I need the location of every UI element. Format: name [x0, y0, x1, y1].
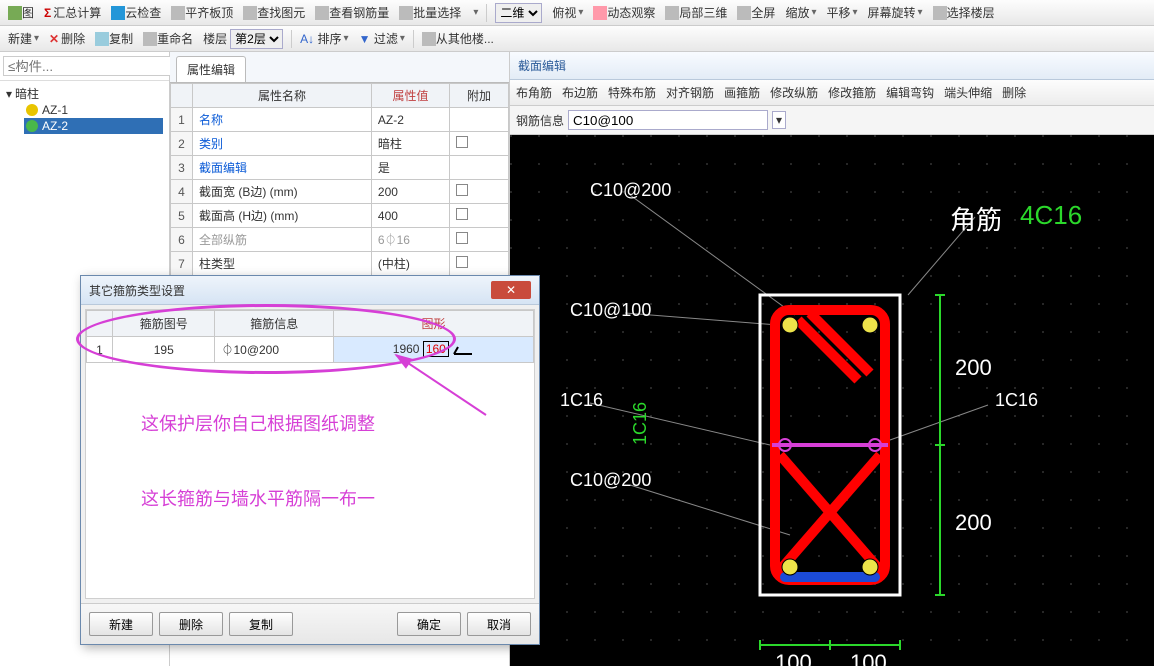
lbl-c10-100: C10@100: [570, 300, 651, 321]
viewmode-select[interactable]: 二维: [495, 3, 542, 23]
rebar-info-input[interactable]: [568, 110, 768, 130]
dlg-ok-button[interactable]: 确定: [397, 612, 461, 636]
lbl-corner-g: 4C16: [1020, 200, 1082, 231]
stirrup-table: 箍筋图号 箍筋信息 图形 1 195 ⏀10@200 1960 160: [86, 310, 534, 363]
hdr-num: 箍筋图号: [113, 311, 215, 337]
tb-sumcalc[interactable]: Σ汇总计算: [40, 3, 105, 23]
tb-delete[interactable]: ✕删除: [45, 29, 89, 49]
property-row[interactable]: 2类别暗柱: [171, 132, 509, 156]
lbl-1c16-b: 1C16: [995, 390, 1038, 411]
lbl-1c16-a: 1C16: [560, 390, 603, 411]
tb-otherfloor[interactable]: 从其他楼...: [418, 29, 498, 49]
tb-dynobs[interactable]: 动态观察: [589, 3, 659, 23]
dim-100b: 100: [850, 650, 887, 666]
tb-find[interactable]: 查找图元: [239, 3, 309, 23]
property-row[interactable]: 7柱类型(中柱): [171, 252, 509, 276]
section-tool-1[interactable]: 布边筋: [562, 84, 598, 101]
property-row[interactable]: 1名称AZ-2: [171, 108, 509, 132]
tb-rotscreen[interactable]: 屏幕旋转: [864, 3, 927, 23]
main-toolbar-2: 新建 ✕删除 复制 重命名 楼层 第2层 A↓ 排序 ▼ 过滤 从其他楼...: [0, 26, 1154, 52]
section-toolbar: 布角筋布边筋特殊布筋对齐钢筋画箍筋修改纵筋修改箍筋编辑弯钩端头伸缩删除: [510, 80, 1154, 106]
tb-cloudcheck[interactable]: 云检查: [107, 3, 165, 23]
lbl-c10-200-top: C10@200: [590, 180, 671, 201]
section-canvas[interactable]: C10@200 C10@100 1C16 C10@200 1C16 1C16 角…: [510, 135, 1154, 666]
tb-pan[interactable]: 平移: [822, 3, 861, 23]
section-tool-6[interactable]: 修改箍筋: [828, 84, 876, 101]
lbl-c10-200-bot: C10@200: [570, 470, 651, 491]
tb-zoom[interactable]: 缩放: [781, 3, 820, 23]
dialog-close-button[interactable]: ✕: [491, 281, 531, 299]
tb-local3d[interactable]: 局部三维: [661, 3, 731, 23]
dlg-delete-button[interactable]: 删除: [159, 612, 223, 636]
section-tool-0[interactable]: 布角筋: [516, 84, 552, 101]
property-row[interactable]: 5截面高 (H边) (mm)400: [171, 204, 509, 228]
dim-200a: 200: [955, 355, 992, 381]
section-editor-pane: 截面编辑 布角筋布边筋特殊布筋对齐钢筋画箍筋修改纵筋修改箍筋编辑弯钩端头伸缩删除…: [510, 52, 1154, 666]
rebar-info-drop[interactable]: ▾: [772, 111, 786, 129]
dlg-copy-button[interactable]: 复制: [229, 612, 293, 636]
section-tool-4[interactable]: 画箍筋: [724, 84, 760, 101]
tb-flat[interactable]: 平齐板顶: [167, 3, 237, 23]
stirrup-dialog: 其它箍筋类型设置 ✕ 箍筋图号 箍筋信息 图形 1 195 ⏀10@200 19…: [80, 275, 540, 645]
tb-new[interactable]: 新建: [4, 29, 43, 49]
floor-select[interactable]: 第2层: [230, 29, 283, 49]
search-input[interactable]: [3, 56, 190, 76]
dim-200b: 200: [955, 510, 992, 536]
tb-fullscreen[interactable]: 全屏: [733, 3, 779, 23]
tb-filter[interactable]: ▼ 过滤: [355, 29, 409, 49]
tb-batch[interactable]: 批量选择: [395, 3, 465, 23]
dim-100a: 100: [775, 650, 812, 666]
gear-icon: [26, 120, 38, 132]
tb-floor[interactable]: 楼层 第2层: [199, 29, 287, 49]
table-row[interactable]: 1 195 ⏀10@200 1960 160: [87, 337, 534, 363]
dlg-cancel-button[interactable]: 取消: [467, 612, 531, 636]
prop-hdr-name: 属性名称: [193, 84, 372, 108]
tree-item-az1[interactable]: AZ-1: [24, 102, 163, 118]
dlg-new-button[interactable]: 新建: [89, 612, 153, 636]
section-title: 截面编辑: [510, 52, 1154, 80]
prop-hdr-val: 属性值: [371, 84, 449, 108]
hdr-info: 箍筋信息: [215, 311, 334, 337]
section-tool-9[interactable]: 删除: [1002, 84, 1026, 101]
tb-pickfloor[interactable]: 选择楼层: [929, 3, 999, 23]
main-toolbar-1: 图 Σ汇总计算 云检查 平齐板顶 查找图元 查看钢筋量 批量选择 二维 俯视 动…: [0, 0, 1154, 26]
property-row[interactable]: 4截面宽 (B边) (mm)200: [171, 180, 509, 204]
section-tool-8[interactable]: 端头伸缩: [944, 84, 992, 101]
hdr-shape: 图形: [334, 311, 534, 337]
section-tool-2[interactable]: 特殊布筋: [608, 84, 656, 101]
tree-root[interactable]: ▾暗柱: [6, 85, 163, 102]
tb-viewmode[interactable]: 二维: [491, 3, 546, 23]
prop-hdr-add: 附加: [450, 84, 509, 108]
tb-top[interactable]: 俯视: [548, 3, 587, 23]
gear-icon: [26, 104, 38, 116]
section-tool-7[interactable]: 编辑弯钩: [886, 84, 934, 101]
tb-sort[interactable]: A↓ 排序: [296, 29, 352, 49]
annotation-2: 这长箍筋与墙水平筋隔一布一: [141, 485, 375, 511]
tree-item-az2[interactable]: AZ-2: [24, 118, 163, 134]
lbl-1c16-v: 1C16: [630, 402, 651, 445]
tab-property[interactable]: 属性编辑: [176, 56, 246, 82]
prop-hdr-idx: [171, 84, 193, 108]
rebar-info-label: 钢筋信息: [516, 112, 564, 129]
tb-rebarqty[interactable]: 查看钢筋量: [311, 3, 393, 23]
section-tool-3[interactable]: 对齐钢筋: [666, 84, 714, 101]
annotation-1: 这保护层你自己根据图纸调整: [141, 410, 375, 436]
dialog-title: 其它箍筋类型设置: [89, 282, 185, 299]
property-row[interactable]: 3截面编辑是: [171, 156, 509, 180]
tb-more1[interactable]: [467, 3, 482, 23]
lbl-corner-w: 角筋: [950, 200, 1002, 237]
tb-tu[interactable]: 图: [4, 3, 38, 23]
section-tool-5[interactable]: 修改纵筋: [770, 84, 818, 101]
property-row[interactable]: 6全部纵筋6⏀16: [171, 228, 509, 252]
tb-copy[interactable]: 复制: [91, 29, 137, 49]
tb-rename[interactable]: 重命名: [139, 29, 197, 49]
